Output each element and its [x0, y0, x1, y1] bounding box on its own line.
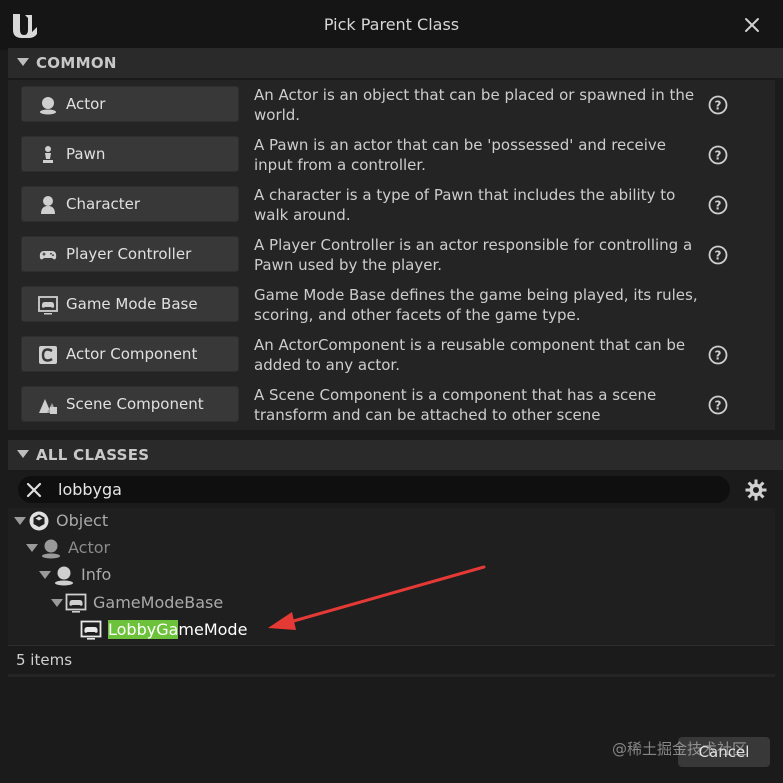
help-icon[interactable]: ? — [708, 195, 728, 215]
help-icon[interactable]: ? — [708, 145, 728, 165]
character-button[interactable]: Character — [21, 186, 239, 222]
tree-item-actor[interactable]: Actor — [26, 535, 326, 561]
help-icon[interactable]: ? — [708, 395, 728, 415]
svg-text:?: ? — [715, 399, 722, 413]
help-icon[interactable]: ? — [708, 345, 728, 365]
scene-component-icon — [39, 399, 57, 414]
section-title: ALL CLASSES — [36, 446, 150, 464]
pawn-icon — [43, 146, 53, 163]
actor-icon — [55, 566, 73, 586]
actor-button[interactable]: Actor — [21, 86, 239, 122]
divider — [8, 674, 775, 677]
expand-arrow-icon[interactable] — [26, 544, 38, 552]
expand-arrow-icon[interactable] — [14, 517, 26, 525]
gear-icon[interactable] — [744, 478, 768, 502]
clear-search-icon[interactable] — [24, 480, 44, 500]
tree-item-object[interactable]: Object — [14, 508, 314, 534]
component-icon — [39, 346, 57, 364]
gamepad-icon — [39, 251, 57, 260]
divider — [8, 645, 775, 646]
character-description: A character is a type of Pawn that inclu… — [254, 186, 676, 224]
game-mode-icon — [65, 593, 87, 613]
class-tree: Object Actor Info GameModeBase LobbyGame… — [8, 508, 775, 645]
search-input[interactable] — [58, 476, 718, 503]
svg-text:?: ? — [715, 249, 722, 263]
game-mode-icon — [38, 296, 58, 315]
scene-component-description: A Scene Component is a component that ha… — [254, 386, 657, 424]
actor-description: An Actor is an object that can be placed… — [254, 86, 695, 124]
window-title: Pick Parent Class — [323, 15, 460, 34]
item-count: 5 items — [16, 651, 73, 669]
expand-arrow-icon[interactable] — [39, 571, 51, 579]
actor-component-description: An ActorComponent is a reusable componen… — [254, 336, 686, 374]
collapse-arrow-icon — [17, 450, 29, 458]
common-classes-panel: Actor An Actor is an object that can be … — [8, 80, 775, 430]
search-match-highlight: LobbyGa — [108, 620, 179, 639]
game-mode-base-description: Game Mode Base defines the game being pl… — [254, 286, 698, 324]
pawn-description: A Pawn is an actor that can be 'possesse… — [254, 136, 667, 174]
svg-text:?: ? — [715, 99, 722, 113]
all-classes-section-header[interactable]: ALL CLASSES — [8, 440, 783, 470]
actor-component-button[interactable]: Actor Component — [21, 336, 239, 372]
game-mode-icon — [80, 620, 102, 640]
section-title: COMMON — [36, 54, 117, 72]
tree-item-lobbygamemode[interactable]: LobbyGameMode — [66, 617, 366, 643]
character-icon — [41, 196, 55, 214]
player-controller-description: A Player Controller is an actor responsi… — [254, 236, 693, 274]
close-icon[interactable] — [736, 10, 768, 40]
player-controller-button[interactable]: Player Controller — [21, 236, 239, 272]
game-mode-base-button[interactable]: Game Mode Base — [21, 286, 239, 322]
actor-icon — [40, 97, 56, 115]
help-icon[interactable]: ? — [708, 95, 728, 115]
svg-text:?: ? — [715, 149, 722, 163]
scene-component-button[interactable]: Scene Component — [21, 386, 239, 422]
collapse-arrow-icon — [17, 58, 29, 66]
svg-text:?: ? — [715, 349, 722, 363]
common-section-header[interactable]: COMMON — [8, 48, 783, 78]
tree-item-gamemodebase[interactable]: GameModeBase — [51, 590, 351, 616]
tree-item-info[interactable]: Info — [39, 562, 339, 588]
pawn-button[interactable]: Pawn — [21, 136, 239, 172]
help-icon[interactable]: ? — [708, 245, 728, 265]
expand-arrow-icon[interactable] — [51, 599, 63, 607]
svg-text:?: ? — [715, 199, 722, 213]
actor-icon — [42, 539, 60, 559]
watermark: @稀土掘金技术社区 — [612, 740, 748, 758]
object-icon — [29, 511, 49, 531]
